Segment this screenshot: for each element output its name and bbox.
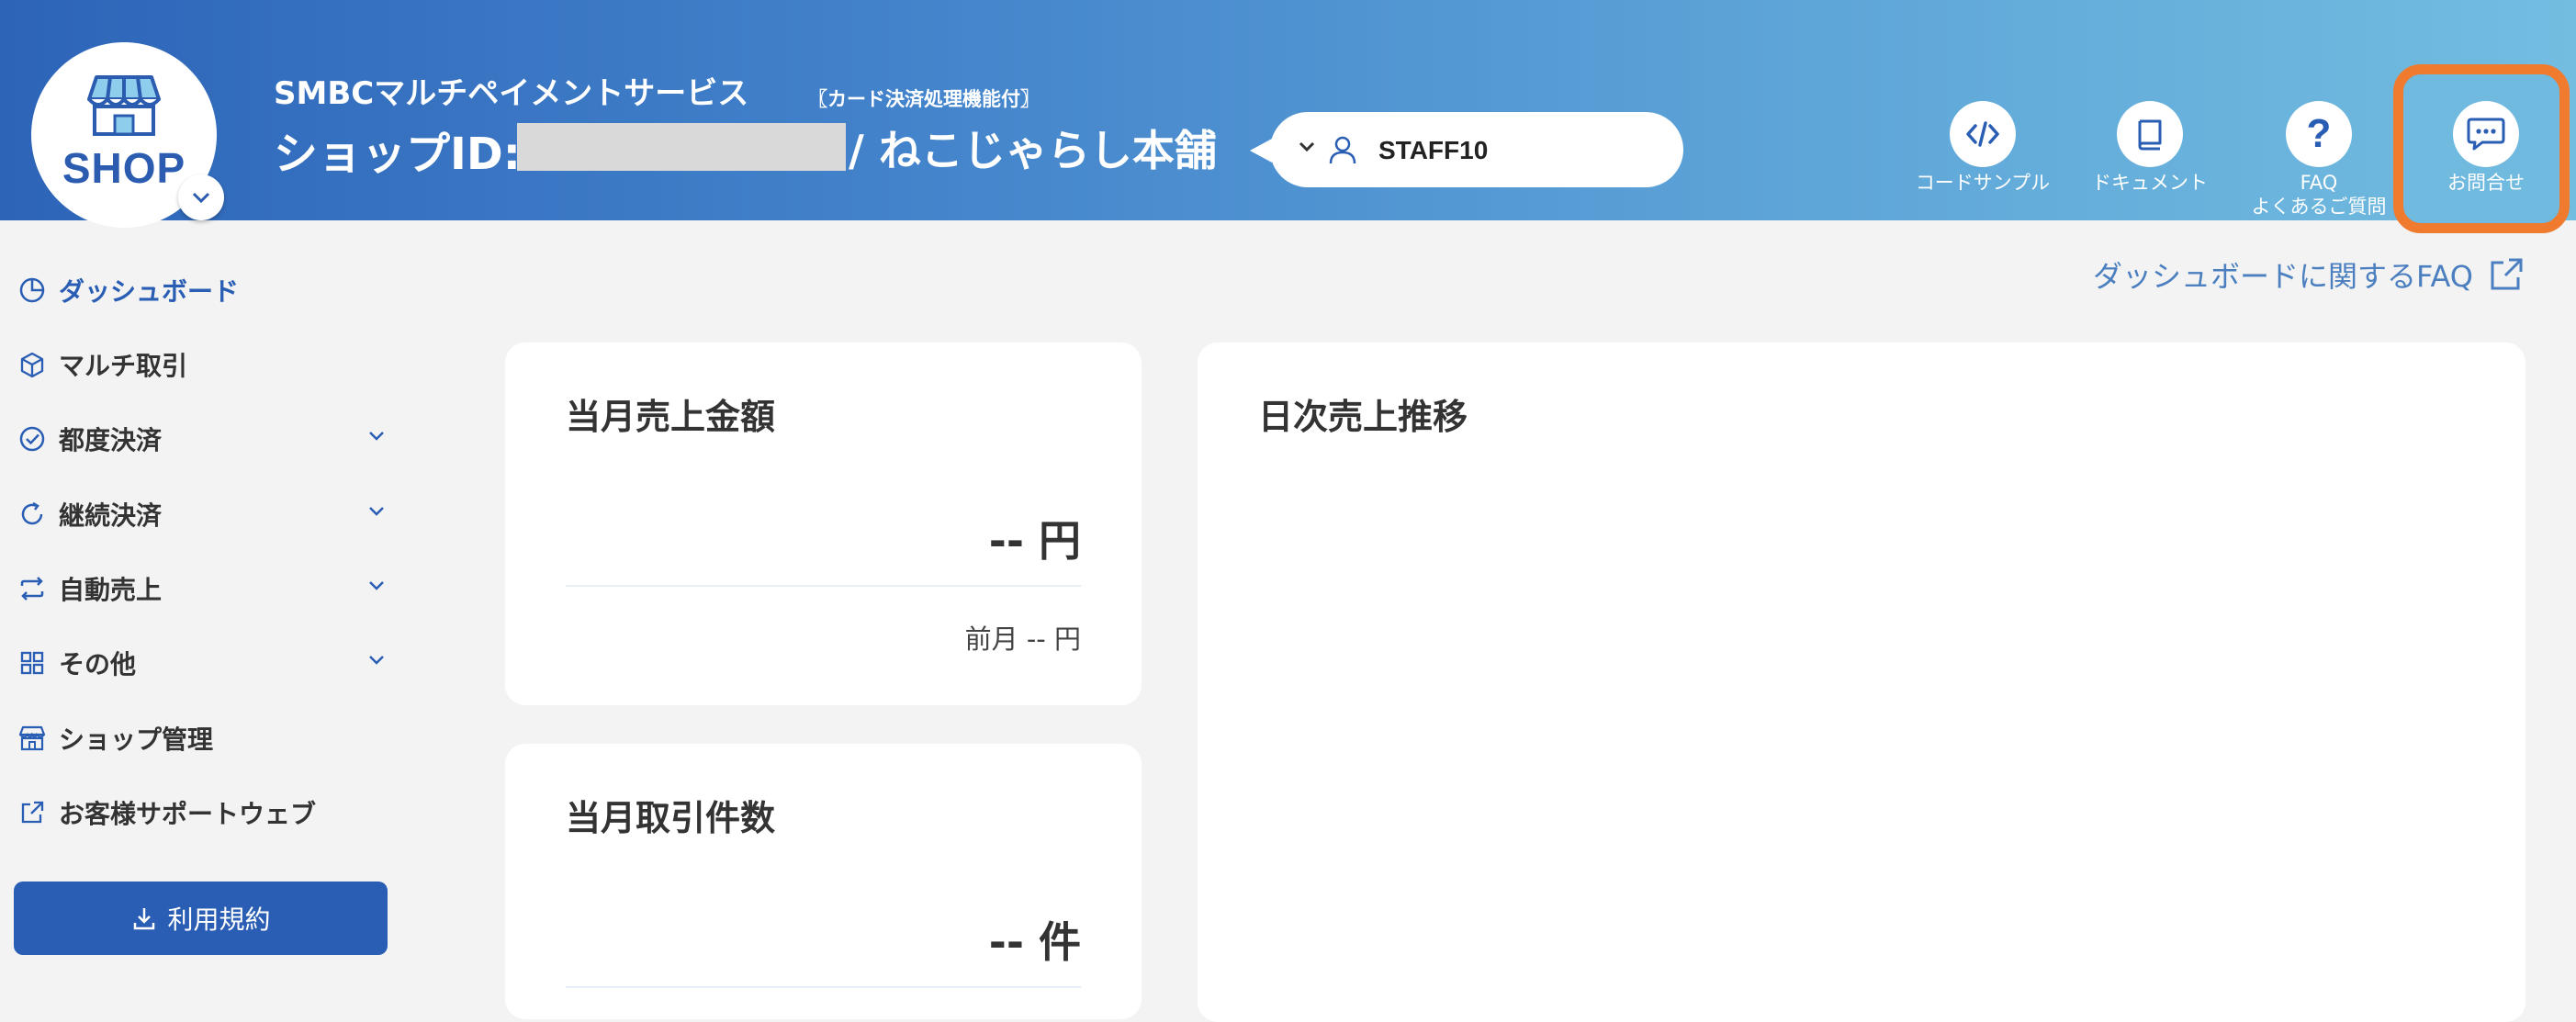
sidebar-item-one-time[interactable]: 都度決済 xyxy=(17,419,388,459)
code-icon xyxy=(1950,101,2016,167)
sidebar-item-multi[interactable]: マルチ取引 xyxy=(17,344,388,385)
faq-link-label: ダッシュボードに関するFAQ xyxy=(2093,259,2473,294)
sidebar-item-shop-management[interactable]: ショップ管理 xyxy=(17,718,388,758)
previous-month-sales: 前月 -- 円 xyxy=(964,623,1081,655)
sidebar-item-label: ショップ管理 xyxy=(59,724,214,755)
contact-button[interactable]: お問合せ xyxy=(2399,101,2573,195)
chevron-down-icon xyxy=(369,656,384,665)
sidebar-item-label: 都度決済 xyxy=(59,425,163,455)
external-link-icon xyxy=(2491,258,2523,290)
book-icon xyxy=(2117,101,2183,167)
store-icon xyxy=(17,723,48,754)
logo-menu-toggle[interactable] xyxy=(178,174,224,220)
monthly-transactions-title: 当月取引件数 xyxy=(566,798,776,838)
sidebar-item-dashboard[interactable]: ダッシュボード xyxy=(17,270,388,310)
download-icon xyxy=(134,908,155,930)
store-icon xyxy=(87,75,161,136)
chat-icon xyxy=(2453,101,2519,167)
refresh-icon xyxy=(17,499,48,530)
question-icon: ? xyxy=(2286,101,2352,167)
sidebar-item-recurring[interactable]: 継続決済 xyxy=(17,494,388,534)
daily-sales-title: 日次売上推移 xyxy=(1258,397,1468,437)
header: SHOP SMBCマルチペイメントサービス 〖カード決済処理機能付〗 ショップI… xyxy=(0,0,2576,233)
sidebar-item-label: その他 xyxy=(59,649,137,679)
shop-name: / ねこじゃらし本舗 xyxy=(849,126,1217,175)
clock-pie-icon xyxy=(17,275,48,306)
code-sample-label: コードサンプル xyxy=(1915,172,2051,194)
chevron-down-icon xyxy=(192,192,210,204)
monthly-transactions-card: 当月取引件数 -- 件 xyxy=(505,744,1142,1019)
terms-label: 利用規約 xyxy=(167,904,271,935)
check-circle-icon xyxy=(17,423,48,455)
grid-icon xyxy=(17,647,48,679)
monthly-sales-title: 当月売上金額 xyxy=(566,397,776,437)
sidebar-item-auto-sales[interactable]: 自動売上 xyxy=(17,568,388,609)
cube-icon xyxy=(17,349,48,380)
code-sample-button[interactable]: コードサンプル xyxy=(1895,101,2070,195)
dashboard-faq-link[interactable]: ダッシュボードに関するFAQ xyxy=(2093,253,2525,296)
faq-label-sub: よくあるご質問 xyxy=(2251,196,2387,218)
monthly-sales-value: -- 円 xyxy=(988,516,1081,566)
faq-label: FAQ xyxy=(2300,172,2338,194)
sidebar-item-label: お客様サポートウェブ xyxy=(59,799,317,829)
chevron-down-icon xyxy=(369,581,384,590)
monthly-transactions-value: -- 件 xyxy=(988,917,1081,967)
document-button[interactable]: ドキュメント xyxy=(2063,101,2237,195)
swap-icon xyxy=(17,573,48,604)
staff-name: STAFF10 xyxy=(1378,136,1489,164)
contact-label: お問合せ xyxy=(2447,172,2525,194)
chevron-down-icon xyxy=(1299,141,1315,152)
card-divider xyxy=(566,585,1081,587)
service-name: SMBCマルチペイメントサービス xyxy=(274,75,749,112)
daily-sales-card: 日次売上推移 xyxy=(1198,343,2525,1022)
sidebar-item-label: 自動売上 xyxy=(59,575,163,605)
document-label: ドキュメント xyxy=(2092,172,2208,194)
monthly-sales-card: 当月売上金額 -- 円 前月 -- 円 xyxy=(505,343,1142,705)
sidebar-item-support-web[interactable]: お客様サポートウェブ xyxy=(17,792,388,833)
user-icon xyxy=(1329,136,1356,164)
sidebar-item-label: ダッシュボード xyxy=(59,276,240,307)
chevron-down-icon xyxy=(369,507,384,516)
shop-id-redacted xyxy=(517,123,846,171)
faq-button[interactable]: ? FAQ よくあるご質問 xyxy=(2232,101,2406,219)
sidebar-item-label: 継続決済 xyxy=(59,500,163,531)
chevron-down-icon xyxy=(369,432,384,441)
staff-selector[interactable]: STAFF10 xyxy=(1250,112,1683,187)
terms-button[interactable]: 利用規約 xyxy=(14,882,388,955)
shop-id-label: ショップID: xyxy=(274,129,521,180)
card-divider xyxy=(566,986,1081,988)
sidebar-item-label: マルチ取引 xyxy=(59,351,188,381)
service-badge: 〖カード決済処理機能付〗 xyxy=(808,88,1040,110)
sidebar-item-other[interactable]: その他 xyxy=(17,643,388,683)
external-link-icon xyxy=(17,797,48,828)
